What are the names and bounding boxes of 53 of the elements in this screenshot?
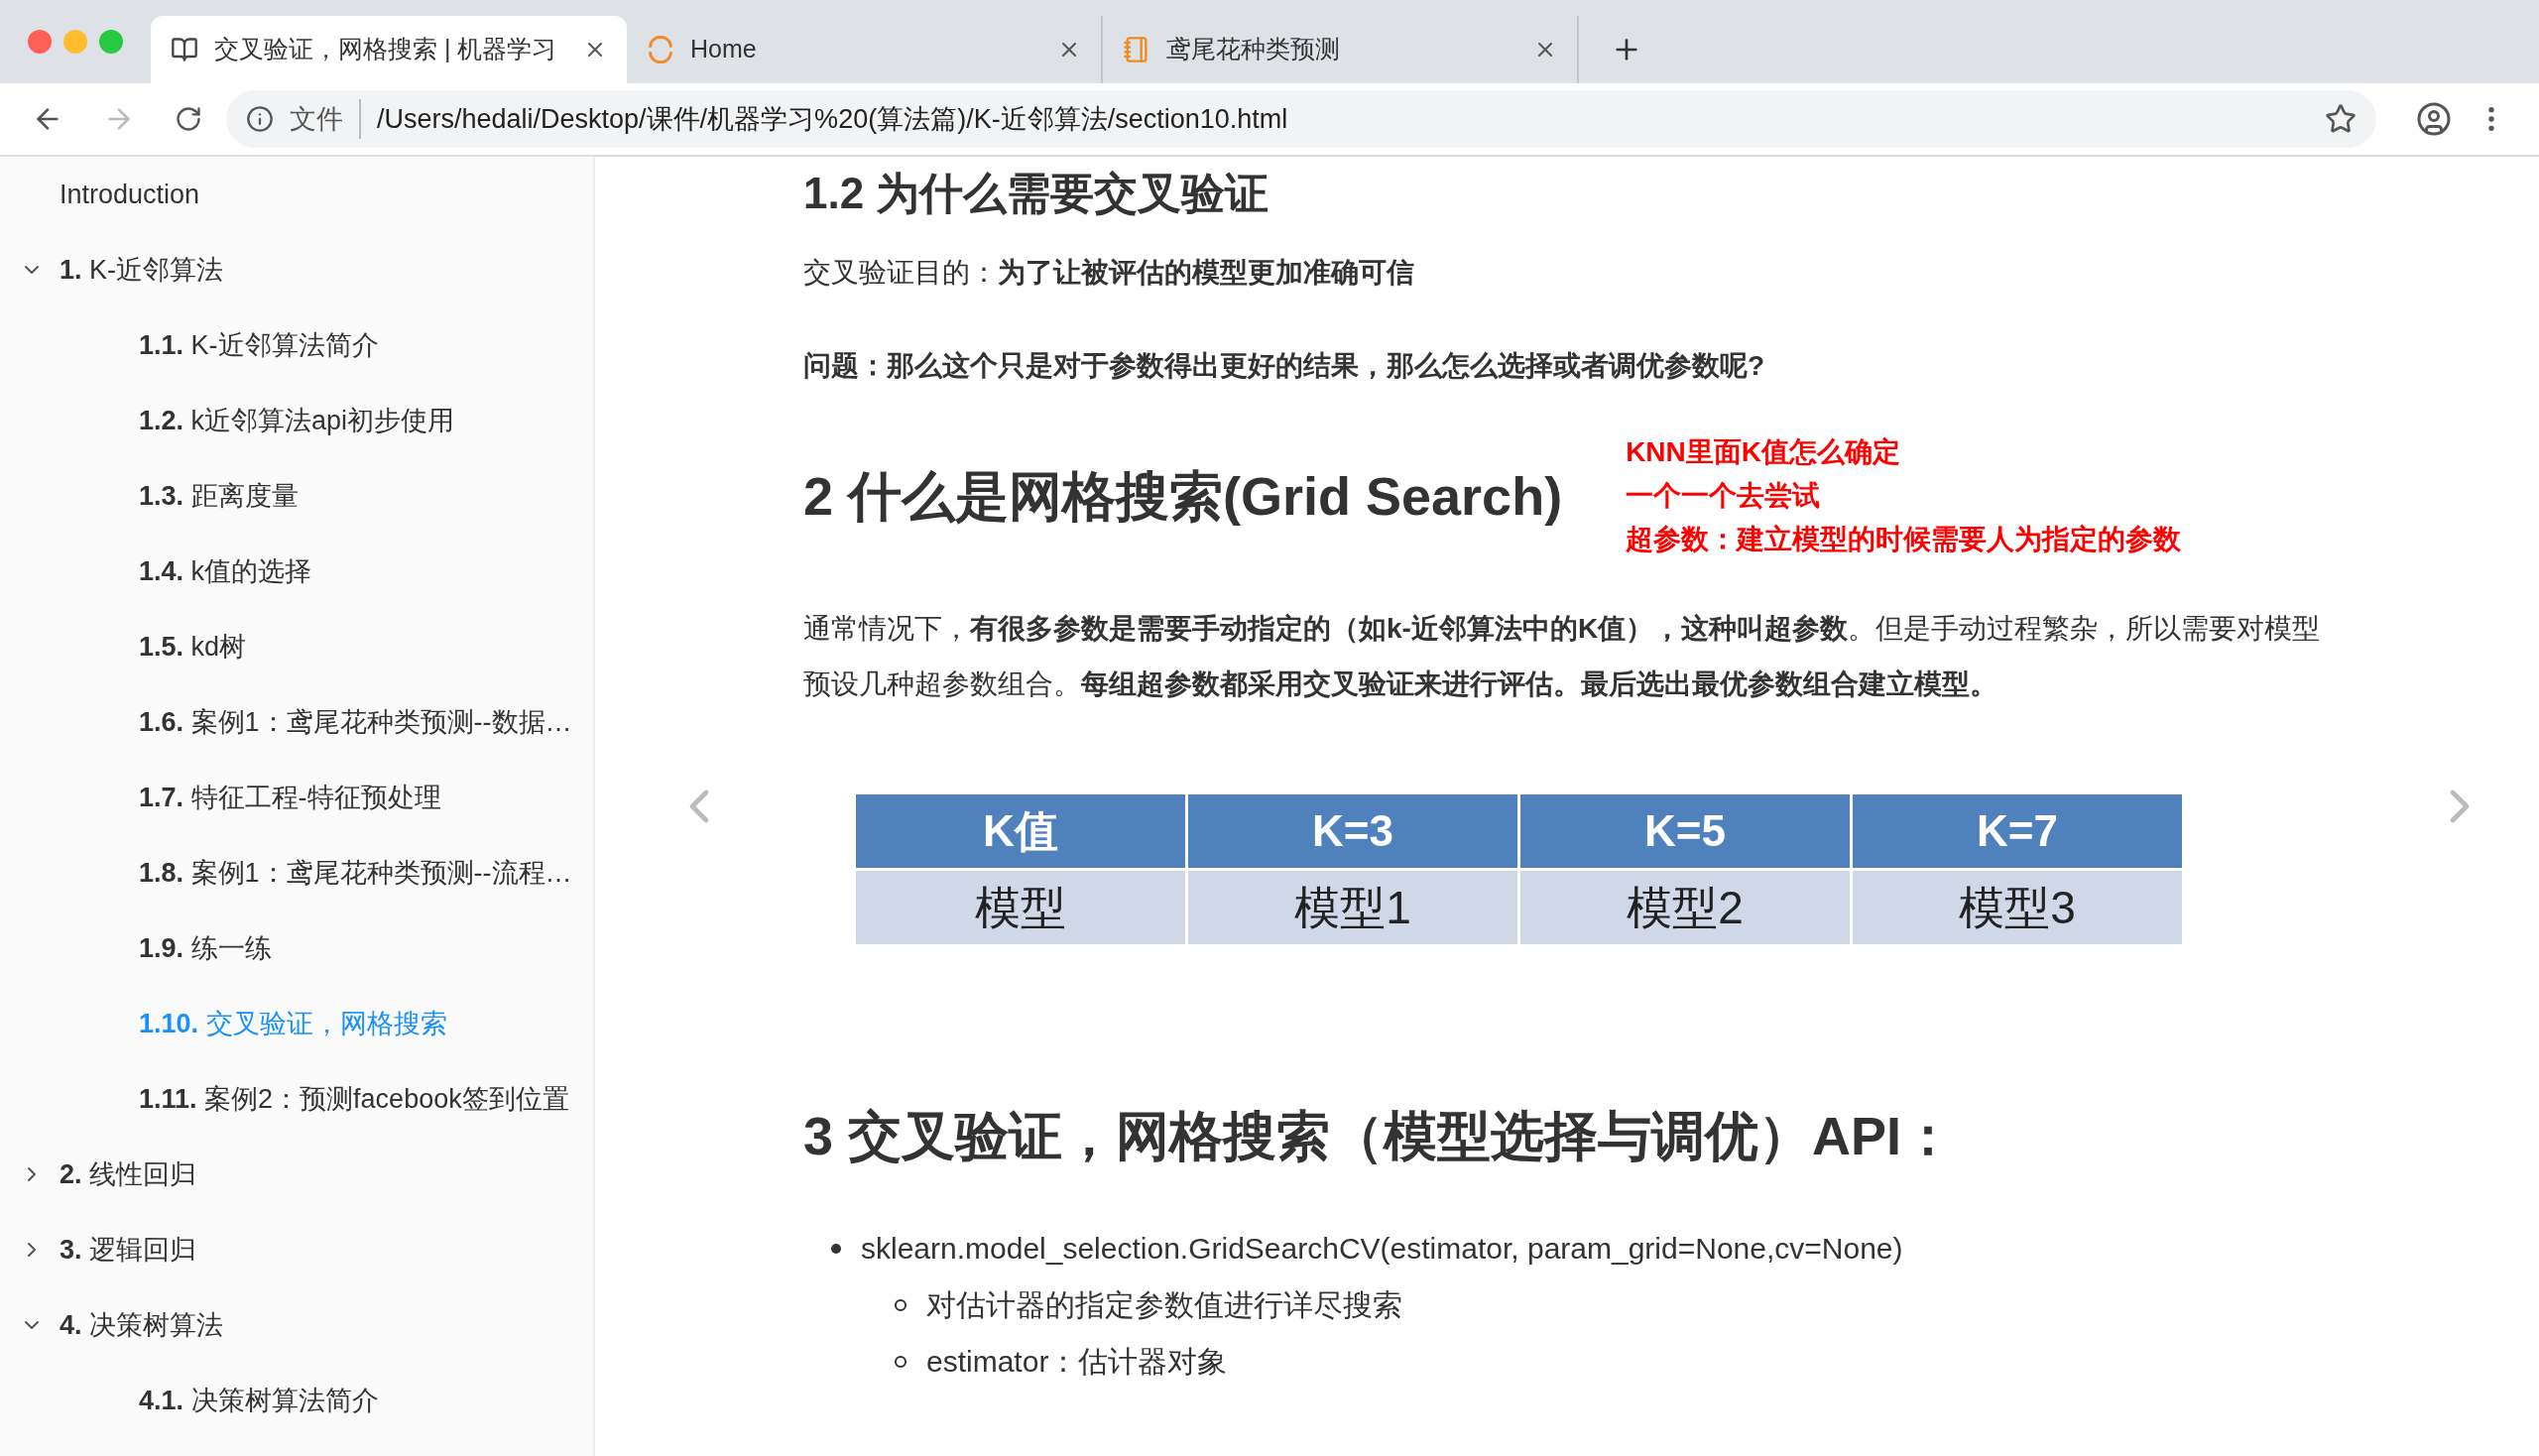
table-header-cell: K=5 bbox=[1520, 794, 1850, 868]
paragraph: 问题：那么这个只是对于参数得出更好的结果，那么怎么选择或者调优参数呢? bbox=[803, 349, 1766, 383]
annotation-text: 一个一个去尝试 bbox=[1626, 479, 1822, 513]
table-header-cell: K=3 bbox=[1188, 794, 1517, 868]
sidebar-item[interactable]: 2. 线性回归 bbox=[60, 1153, 197, 1195]
tab-title: Home bbox=[690, 34, 758, 65]
annotation-text: KNN里面K值怎么确定 bbox=[1626, 435, 1901, 469]
reload-icon[interactable] bbox=[175, 105, 202, 133]
address-bar[interactable]: 文件 /Users/hedali/Desktop/课件/机器学习%20(算法篇)/K-近邻算法/section10.html bbox=[226, 90, 2376, 148]
section-heading: 3 交叉验证，网格搜索（模型选择与调优）API： bbox=[803, 1105, 1957, 1167]
profile-icon[interactable] bbox=[2416, 101, 2452, 137]
sidebar-item[interactable]: 1. K-近邻算法 bbox=[60, 249, 224, 291]
scheme-label: 文件 bbox=[290, 98, 361, 140]
annotation-text: 超参数：建立模型的时候需要人为指定的参数 bbox=[1626, 523, 2182, 556]
url-text: /Users/hedali/Desktop/课件/机器学习%20(算法篇)/K-近邻算法/section10.html bbox=[377, 102, 1289, 136]
spinner-icon bbox=[647, 36, 674, 63]
list-item-text: estimator：估计器对象 bbox=[926, 1344, 1228, 1380]
bullet-icon bbox=[831, 1243, 841, 1254]
sidebar-item[interactable]: 4. 决策树算法 bbox=[60, 1304, 224, 1346]
table-cell: 模型2 bbox=[1520, 871, 1850, 944]
sidebar-item[interactable]: 1.4. k值的选择 bbox=[139, 550, 312, 592]
section-heading: 2 什么是网格搜索(Grid Search) bbox=[803, 464, 1563, 528]
table-cell: 模型3 bbox=[1853, 871, 2182, 944]
bookmark-star-icon[interactable] bbox=[2325, 103, 2357, 135]
sidebar-item[interactable]: 3. 逻辑回归 bbox=[60, 1229, 197, 1271]
sidebar-item[interactable]: 1.6. 案例1：鸢尾花种类预测--数据… bbox=[139, 701, 572, 743]
table-cell: 模型1 bbox=[1188, 871, 1517, 944]
paragraph: 交叉验证目的：为了让被评估的模型更加准确可信 bbox=[803, 256, 1415, 290]
table-header-cell: K=7 bbox=[1853, 794, 2182, 868]
sidebar-item[interactable]: 4.1. 决策树算法简介 bbox=[139, 1380, 379, 1421]
sidebar-item[interactable]: 1.8. 案例1：鸢尾花种类预测--流程… bbox=[139, 852, 572, 894]
list-item-text: 对估计器的指定参数值进行详尽搜索 bbox=[926, 1287, 1402, 1323]
sidebar-item[interactable]: 1.1. K-近邻算法简介 bbox=[139, 324, 379, 366]
sidebar-item[interactable]: 1.5. kd树 bbox=[139, 626, 247, 667]
bullet-icon bbox=[895, 1298, 907, 1311]
sidebar-item[interactable]: 1.3. 距离度量 bbox=[139, 475, 299, 517]
table-cell: 模型 bbox=[856, 871, 1185, 944]
paragraph: 通常情况下，有很多参数是需要手动指定的（如k-近邻算法中的K值），这种叫超参数。但是手动过程繁杂，所以需要对模型预设几种超参数组合。每组超参数都采用交叉验证来进行评估。最后选出最优参数组合建立模型。 bbox=[803, 612, 2321, 701]
table-header-cell: K值 bbox=[856, 794, 1185, 868]
sidebar-item[interactable]: 1.7. 特征工程-特征预处理 bbox=[139, 777, 441, 818]
browser-tab[interactable]: 交叉验证，网格搜索 | 机器学习 bbox=[151, 16, 627, 83]
api-signature: sklearn.model_selection.GridSearchCV(estimator, param_grid=None,cv=None) bbox=[861, 1231, 1903, 1267]
section-heading: 1.2 为什么需要交叉验证 bbox=[803, 168, 1270, 219]
sidebar-item[interactable]: 1.2. k近邻算法api初步使用 bbox=[139, 400, 455, 441]
book-icon bbox=[171, 36, 198, 63]
notebook-icon bbox=[1123, 36, 1150, 63]
bullet-icon bbox=[895, 1355, 907, 1368]
tab-title: 交叉验证，网格搜索 | 机器学习 bbox=[214, 34, 558, 65]
sidebar-item[interactable]: Introduction bbox=[60, 174, 200, 215]
sidebar-item[interactable]: 1.11. 案例2：预测facebook签到位置 bbox=[139, 1078, 569, 1120]
sidebar-item[interactable]: 1.9. 练一练 bbox=[139, 927, 272, 969]
tab-title: 鸢尾花种类预测 bbox=[1166, 34, 1341, 65]
info-icon[interactable] bbox=[246, 105, 274, 133]
